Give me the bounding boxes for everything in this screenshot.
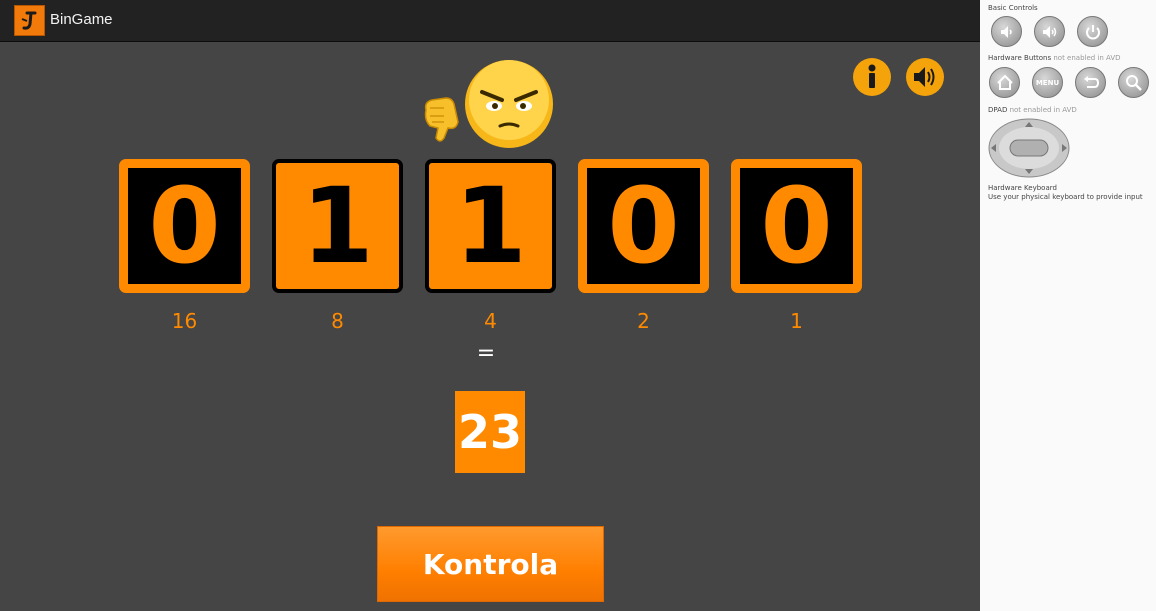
hardware-keyboard-note: Use your physical keyboard to provide in…	[988, 193, 1143, 201]
volume-down-button[interactable]	[991, 16, 1022, 47]
equals-sign: =	[476, 341, 496, 366]
hardware-keyboard-label: Hardware Keyboard	[988, 184, 1057, 192]
feedback-indicator	[420, 58, 560, 154]
bit-toggle-16[interactable]: 0	[119, 159, 250, 293]
speaker-icon[interactable]	[905, 57, 945, 97]
bit-toggle-1[interactable]: 0	[731, 159, 862, 293]
info-icon[interactable]	[852, 57, 892, 97]
power-button[interactable]	[1077, 16, 1108, 47]
home-icon	[996, 74, 1013, 90]
bit-toggle-4[interactable]: 1	[425, 159, 556, 293]
target-number: 23	[455, 391, 525, 473]
bit-weight-label: 2	[637, 309, 650, 333]
basic-controls-label: Basic Controls	[988, 4, 1038, 12]
back-button[interactable]	[1075, 67, 1106, 98]
bit-weight-label: 4	[484, 309, 497, 333]
emulator-controls-panel: Basic Controls Hardware Buttons not enab…	[980, 0, 1156, 611]
search-button[interactable]	[1118, 67, 1149, 98]
search-icon	[1125, 74, 1142, 91]
hardware-buttons-label: Hardware Buttons not enabled in AVD	[988, 54, 1121, 62]
dpad-control[interactable]	[988, 118, 1070, 178]
title-bar: BinGame	[0, 0, 980, 42]
menu-button[interactable]: MENU	[1032, 67, 1063, 98]
angry-face-icon	[465, 60, 553, 148]
bit-toggle-8[interactable]: 1	[272, 159, 403, 293]
volume-up-button[interactable]	[1034, 16, 1065, 47]
volume-down-icon	[1000, 25, 1012, 38]
app-logo-icon	[14, 5, 45, 36]
back-icon	[1083, 75, 1099, 88]
check-button[interactable]: Kontrola	[377, 526, 604, 602]
menu-label: MENU	[1035, 78, 1060, 87]
thumbs-down-icon	[424, 97, 459, 142]
dpad-label: DPAD not enabled in AVD	[988, 106, 1077, 114]
volume-up-icon	[1042, 25, 1056, 38]
app-screen: BinGame 0 1 1 0 0 16 8 4 2 1 = 23 Kontro…	[0, 0, 980, 611]
bit-weight-label: 16	[171, 309, 198, 333]
home-button[interactable]	[989, 67, 1020, 98]
bit-toggle-2[interactable]: 0	[578, 159, 709, 293]
app-title: BinGame	[50, 11, 113, 28]
bit-weight-label: 1	[790, 309, 803, 333]
bit-weight-label: 8	[331, 309, 344, 333]
power-icon	[1085, 24, 1100, 39]
